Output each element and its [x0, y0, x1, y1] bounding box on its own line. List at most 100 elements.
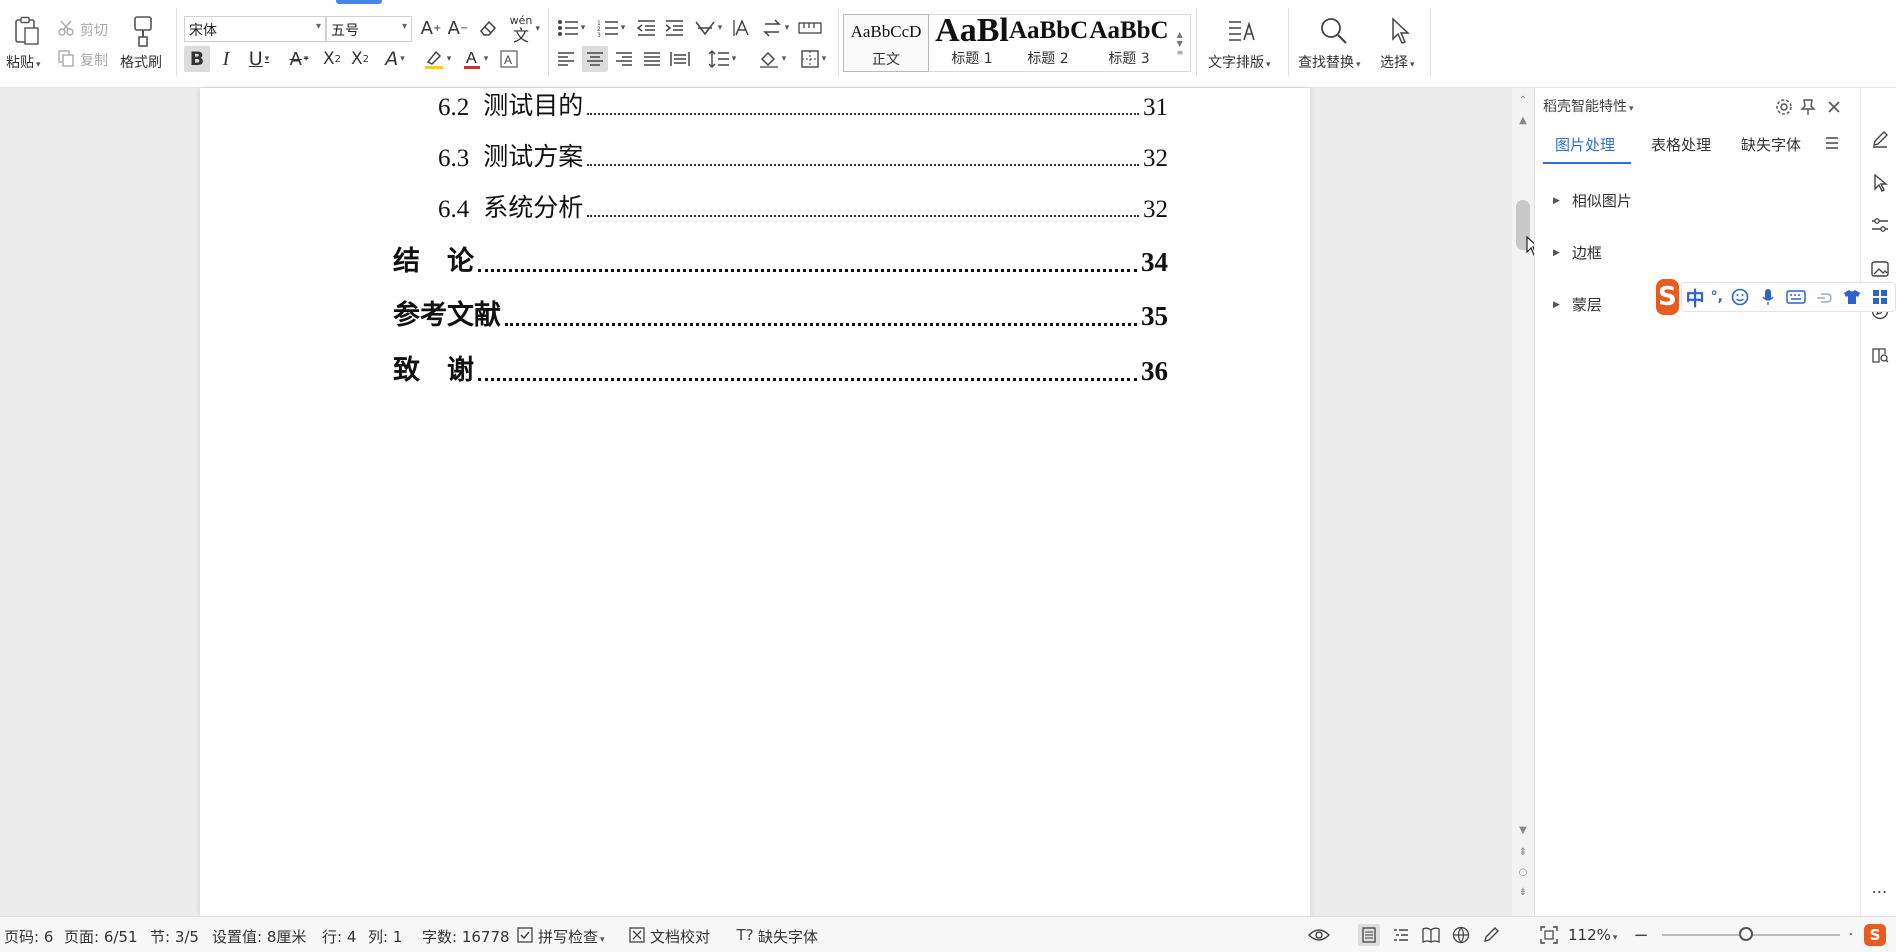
- microphone-icon[interactable]: [1757, 286, 1779, 308]
- numbering-icon[interactable]: 1 2 3 ▾: [594, 16, 628, 40]
- vertical-scrollbar[interactable]: ⌃ ▲ ▼ ⇞ ○ ⇟: [1512, 88, 1534, 916]
- eye-protection-icon[interactable]: [1308, 924, 1330, 946]
- text-direction-icon[interactable]: [730, 16, 754, 40]
- font-size-select[interactable]: 五号 ▾: [326, 16, 412, 42]
- missing-font-button[interactable]: 缺失字体: [758, 926, 818, 947]
- pen-edit-icon[interactable]: [1869, 128, 1891, 150]
- paste-icon[interactable]: [10, 14, 44, 48]
- strikethrough-button[interactable]: A ▾: [282, 46, 316, 72]
- ime-mode-toggle[interactable]: 中: [1686, 284, 1705, 311]
- font-name-select[interactable]: 宋体 ▾: [184, 16, 326, 42]
- align-left-icon[interactable]: [554, 46, 578, 72]
- paste-button[interactable]: 粘贴 ▾: [6, 52, 41, 72]
- skin-shirt-icon[interactable]: [1841, 286, 1863, 308]
- copy-button[interactable]: 复制: [80, 50, 108, 70]
- tab-image-processing[interactable]: 图片处理: [1555, 134, 1615, 155]
- ime-punct-toggle[interactable]: °,: [1711, 289, 1723, 305]
- shading-icon[interactable]: ▾: [754, 46, 790, 72]
- section-mask[interactable]: ▶ 蒙层: [1553, 294, 1602, 315]
- cut-button[interactable]: 剪切: [80, 20, 108, 40]
- prev-page-icon[interactable]: ⇞: [1516, 846, 1530, 860]
- pin-icon[interactable]: [1797, 96, 1819, 118]
- keyboard-icon[interactable]: [1785, 286, 1807, 308]
- zoom-slider-thumb[interactable]: [1739, 927, 1753, 941]
- status-setting-value[interactable]: 设置值: 8厘米: [212, 926, 306, 947]
- distribute-icon[interactable]: [668, 46, 692, 72]
- outline-view-icon[interactable]: [1390, 924, 1412, 946]
- select-arrow-icon[interactable]: [1869, 172, 1891, 194]
- toc-entry[interactable]: 6.4 系统分析 32: [438, 192, 1168, 224]
- close-icon[interactable]: [1823, 96, 1845, 118]
- status-word-count[interactable]: 字数: 16778: [422, 926, 510, 947]
- missing-font-icon[interactable]: T?: [734, 924, 756, 946]
- find-replace-icon[interactable]: [1318, 14, 1350, 48]
- text-layout-button[interactable]: 文字排版 ▾: [1208, 52, 1271, 72]
- bullets-icon[interactable]: ▾: [554, 16, 588, 40]
- book-search-icon[interactable]: [1869, 344, 1891, 366]
- underline-button[interactable]: U ▾: [242, 46, 276, 72]
- ime-toolbar[interactable]: S 中 °,: [1656, 278, 1896, 316]
- increase-indent-icon[interactable]: [662, 16, 686, 40]
- pane-title-dropdown[interactable]: 稻壳智能特性 ▾: [1543, 96, 1634, 116]
- style-heading-3[interactable]: AaBbC 标题 3: [1089, 14, 1169, 72]
- align-center-icon[interactable]: [582, 46, 608, 72]
- format-painter-button[interactable]: 格式刷: [120, 52, 162, 72]
- status-section[interactable]: 节: 3/5: [150, 926, 199, 947]
- pane-menu-icon[interactable]: [1821, 132, 1843, 154]
- scroll-up-icon[interactable]: ▲: [1516, 114, 1530, 128]
- shrink-font-icon[interactable]: A −: [447, 16, 469, 40]
- char-border-icon[interactable]: A: [496, 46, 522, 72]
- select-button[interactable]: 选择 ▾: [1380, 52, 1415, 72]
- styles-scroll-icon[interactable]: ▲ ▼ ≡: [1172, 16, 1188, 70]
- section-border[interactable]: ▶ 边框: [1553, 242, 1602, 263]
- ime-tray-icon[interactable]: S: [1864, 924, 1886, 946]
- grow-font-icon[interactable]: A +: [420, 16, 442, 40]
- find-replace-button[interactable]: 查找替换 ▾: [1298, 52, 1361, 72]
- settings-gear-icon[interactable]: [1773, 96, 1795, 118]
- scroll-top-icon[interactable]: ⌃: [1516, 94, 1530, 108]
- decrease-indent-icon[interactable]: [634, 16, 658, 40]
- format-painter-icon[interactable]: [130, 14, 156, 48]
- scroll-down-icon[interactable]: ▼: [1516, 824, 1530, 838]
- hand-pointer-icon[interactable]: [1813, 286, 1835, 308]
- status-row[interactable]: 行: 4: [322, 926, 356, 947]
- emoji-icon[interactable]: [1729, 286, 1751, 308]
- toc-entry[interactable]: 参考文献 35: [393, 296, 1168, 332]
- status-column[interactable]: 列: 1: [368, 926, 402, 947]
- doc-check-button[interactable]: 文档校对: [650, 926, 710, 947]
- section-similar-images[interactable]: ▶ 相似图片: [1553, 190, 1632, 211]
- borders-icon[interactable]: ▾: [796, 46, 830, 72]
- style-heading-1[interactable]: AaBl 标题 1: [929, 14, 1015, 72]
- highlight-button[interactable]: ▾: [418, 46, 456, 72]
- style-normal[interactable]: AaBbCcD 正文: [843, 14, 929, 72]
- justify-icon[interactable]: [640, 46, 664, 72]
- text-effect-button[interactable]: A ▾: [378, 46, 412, 72]
- zoom-out-icon[interactable]: −: [1630, 924, 1652, 946]
- status-page-count[interactable]: 页面: 6/51: [64, 926, 138, 947]
- zoom-level-dropdown[interactable]: 112% ▾: [1568, 926, 1617, 944]
- picture-icon[interactable]: [1869, 258, 1891, 280]
- web-view-icon[interactable]: [1450, 924, 1472, 946]
- fit-page-icon[interactable]: [1538, 924, 1560, 946]
- sogou-logo-icon[interactable]: S: [1656, 279, 1679, 315]
- toc-entry[interactable]: 结 论 34: [393, 242, 1168, 278]
- italic-button[interactable]: I: [214, 46, 238, 72]
- subscript-button[interactable]: X2: [348, 46, 372, 72]
- superscript-button[interactable]: X2: [320, 46, 344, 72]
- toc-entry[interactable]: 6.3 测试方案 32: [438, 141, 1168, 173]
- clear-format-icon[interactable]: [476, 16, 500, 40]
- font-color-button[interactable]: A ▾: [458, 46, 492, 72]
- select-browse-icon[interactable]: ○: [1516, 866, 1530, 880]
- line-spacing-icon[interactable]: ▾: [704, 46, 740, 72]
- toc-entry[interactable]: 6.2 测试目的 31: [438, 90, 1168, 122]
- spell-check-button[interactable]: 拼写检查 ▾: [538, 926, 605, 947]
- reading-view-icon[interactable]: [1420, 924, 1442, 946]
- write-mode-icon[interactable]: [1480, 924, 1502, 946]
- phonetic-guide-icon[interactable]: wén 文 ▾: [504, 14, 540, 45]
- align-right-icon[interactable]: [612, 46, 636, 72]
- toc-entry[interactable]: 致 谢 36: [393, 351, 1168, 387]
- spell-check-checkbox-icon[interactable]: [514, 924, 536, 946]
- show-marks-icon[interactable]: [796, 16, 824, 40]
- page-view-icon[interactable]: [1358, 924, 1380, 946]
- more-options-icon[interactable]: ⋯: [1869, 880, 1891, 902]
